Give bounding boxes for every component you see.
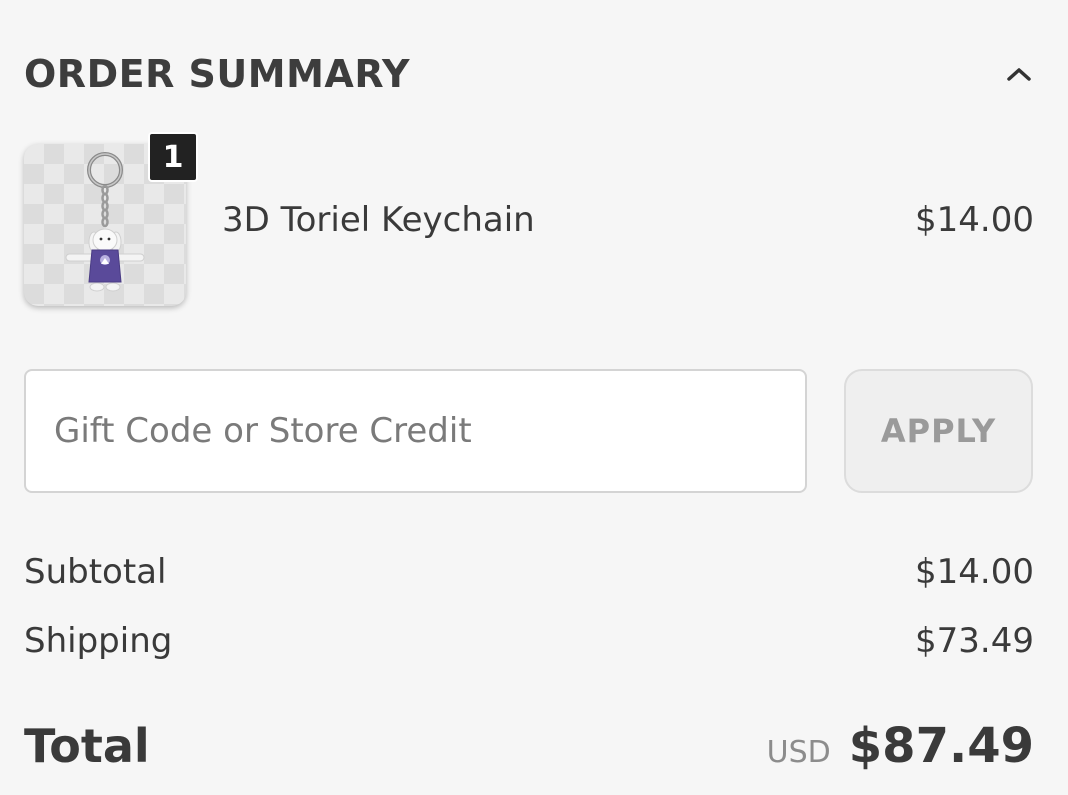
currency-code: USD bbox=[766, 735, 831, 770]
product-name: 3D Toriel Keychain bbox=[222, 200, 535, 240]
product-thumbnail-wrapper: 1 bbox=[24, 132, 198, 306]
gift-code-input[interactable] bbox=[24, 369, 807, 493]
subtotal-label: Subtotal bbox=[24, 552, 167, 592]
quantity-badge: 1 bbox=[148, 132, 198, 182]
chevron-up-icon[interactable] bbox=[1004, 59, 1034, 89]
total-label: Total bbox=[24, 719, 150, 773]
total-row: Total USD $87.49 bbox=[24, 718, 1034, 774]
subtotal-value: $14.00 bbox=[915, 552, 1034, 592]
order-summary-title: ORDER SUMMARY bbox=[24, 52, 411, 96]
cart-item: 1 3D Toriel Keychain $14.00 bbox=[24, 132, 1034, 312]
total-value: $87.49 bbox=[848, 718, 1034, 774]
apply-button[interactable]: APPLY bbox=[844, 369, 1033, 493]
total-amount-group: USD $87.49 bbox=[767, 718, 1034, 774]
product-price: $14.00 bbox=[915, 200, 1034, 240]
shipping-label: Shipping bbox=[24, 621, 173, 661]
order-summary-header[interactable]: ORDER SUMMARY bbox=[24, 48, 1034, 100]
shipping-row: Shipping $73.49 bbox=[24, 621, 1034, 661]
subtotal-row: Subtotal $14.00 bbox=[24, 552, 1034, 592]
shipping-value: $73.49 bbox=[915, 621, 1034, 661]
